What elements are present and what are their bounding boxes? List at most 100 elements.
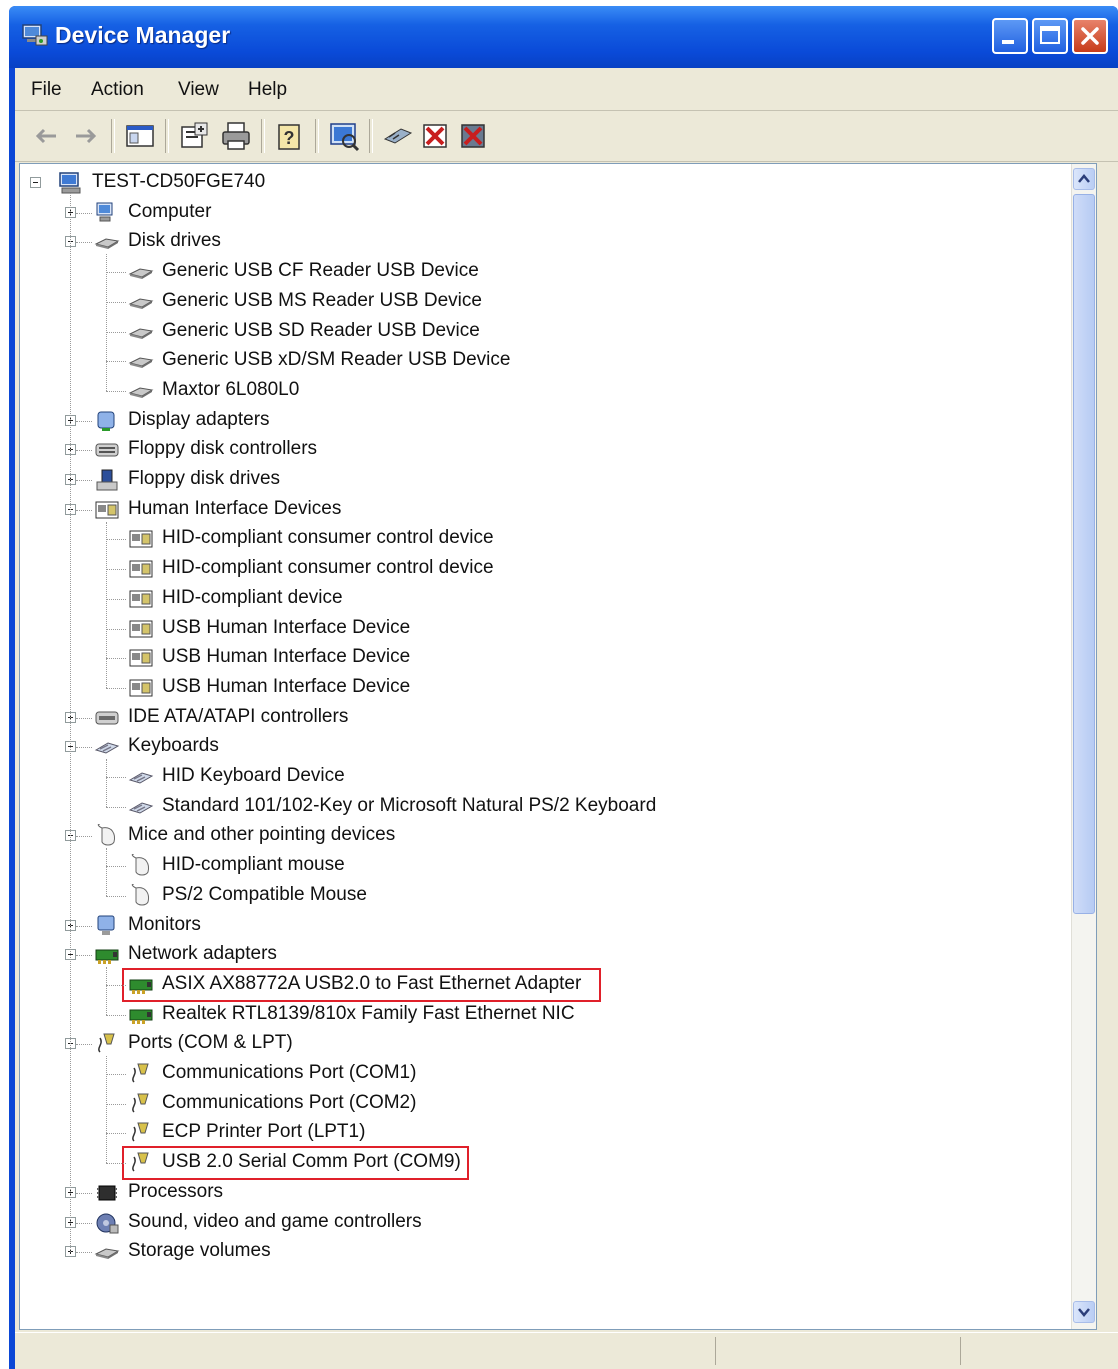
tree-item-label: Ports (COM & LPT): [128, 1032, 293, 1054]
network-adapter-icon: [94, 943, 120, 967]
uninstall-device-icon[interactable]: [457, 119, 491, 153]
tree-connector: [106, 539, 126, 541]
menu-file[interactable]: File: [31, 79, 62, 101]
tree-connector: [106, 301, 126, 303]
menu-action[interactable]: Action: [91, 79, 144, 101]
menu-help[interactable]: Help: [248, 79, 287, 101]
network-adapter-icon: [128, 1003, 154, 1027]
collapse-toggle[interactable]: [30, 177, 41, 188]
tree-category[interactable]: Human Interface Devices: [94, 495, 994, 525]
tree-category[interactable]: Monitors: [94, 911, 994, 941]
device-tree-view[interactable]: TEST-CD50FGE740 Computer Disk drives Generi…: [19, 163, 1097, 1330]
tree-category[interactable]: Network adapters: [94, 940, 994, 970]
tree-connector: [76, 1252, 92, 1254]
toolbar-separator: [315, 119, 319, 153]
vertical-scrollbar[interactable]: [1071, 164, 1096, 1329]
tree-connector: [106, 1103, 126, 1105]
tree-connector: [106, 361, 126, 363]
tree-item-label: HID-compliant consumer control device: [162, 557, 494, 579]
status-pane: [960, 1337, 961, 1365]
tree-item-label: Communications Port (COM1): [162, 1062, 417, 1083]
tree-category[interactable]: Display adapters: [94, 406, 994, 436]
console-tree-icon[interactable]: [123, 119, 157, 153]
scan-hardware-icon[interactable]: [327, 119, 361, 153]
storage-volume-icon: [94, 1240, 120, 1264]
tree-category[interactable]: Floppy disk controllers: [94, 435, 994, 465]
processor-icon: [94, 1181, 120, 1205]
scroll-down-button[interactable]: [1073, 1301, 1095, 1323]
toolbar-separator: [261, 119, 265, 153]
tree-connector: [76, 1044, 92, 1046]
tree-connector: [76, 242, 92, 244]
device-tree: TEST-CD50FGE740 Computer Disk drives Generi…: [20, 164, 1070, 1329]
tree-category[interactable]: Ports (COM & LPT): [94, 1029, 994, 1059]
scroll-up-button[interactable]: [1073, 168, 1095, 190]
update-driver-icon[interactable]: [381, 119, 415, 153]
properties-icon[interactable]: [177, 119, 211, 153]
tree-device[interactable]: Generic USB MS Reader USB Device: [128, 287, 1028, 317]
tree-connector: [106, 984, 126, 986]
keyboard-icon: [128, 795, 154, 819]
tree-device[interactable]: Generic USB SD Reader USB Device: [128, 317, 1028, 347]
tree-device[interactable]: Realtek RTL8139/810x Family Fast Etherne…: [128, 1000, 1028, 1030]
tree-device[interactable]: Standard 101/102-Key or Microsoft Natura…: [128, 792, 1028, 822]
tree-connector: [76, 717, 92, 719]
tree-connector: [76, 212, 92, 214]
tree-device[interactable]: HID-compliant device: [128, 584, 1028, 614]
disable-device-icon[interactable]: [419, 119, 453, 153]
tree-item-label: TEST-CD50FGE740: [92, 171, 266, 192]
tree-root[interactable]: TEST-CD50FGE740: [58, 168, 958, 198]
tree-category[interactable]: Storage volumes: [94, 1237, 994, 1267]
tree-device[interactable]: Communications Port (COM2): [128, 1089, 1028, 1119]
close-button[interactable]: [1072, 18, 1108, 54]
tree-item-label: Generic USB SD Reader USB Device: [162, 319, 480, 341]
tree-device[interactable]: HID-compliant consumer control device: [128, 524, 1028, 554]
tree-category[interactable]: IDE ATA/ATAPI controllers: [94, 703, 994, 733]
tree-connector: [106, 390, 126, 392]
tree-category[interactable]: Sound, video and game controllers: [94, 1208, 994, 1238]
tree-device[interactable]: HID Keyboard Device: [128, 762, 1028, 792]
print-icon[interactable]: [219, 119, 253, 153]
mouse-icon: [94, 823, 120, 848]
tree-device[interactable]: Communications Port (COM1): [128, 1059, 1028, 1089]
tree-device[interactable]: USB Human Interface Device: [128, 614, 1028, 644]
maximize-button[interactable]: [1032, 18, 1068, 54]
tree-connector: [106, 866, 126, 868]
monitor-icon: [94, 914, 120, 938]
tree-category[interactable]: Processors: [94, 1178, 994, 1208]
disk-drive-icon: [128, 290, 154, 314]
tree-connector: [106, 1014, 126, 1016]
minimize-button[interactable]: [992, 18, 1028, 54]
disk-drive-icon: [94, 230, 120, 254]
back-arrow-icon[interactable]: [29, 119, 63, 153]
tree-connector: [106, 895, 126, 897]
tree-device[interactable]: Maxtor 6L080L0: [128, 376, 1028, 406]
tree-category[interactable]: Disk drives: [94, 227, 994, 257]
tree-connector: [76, 925, 92, 927]
scroll-thumb[interactable]: [1073, 194, 1095, 914]
tree-connector: [106, 569, 126, 571]
tree-device[interactable]: PS/2 Compatible Mouse: [128, 881, 1028, 911]
tree-device[interactable]: ECP Printer Port (LPT1): [128, 1118, 1028, 1148]
tree-device[interactable]: USB Human Interface Device: [128, 643, 1028, 673]
title-bar[interactable]: Device Manager: [9, 6, 1118, 68]
tree-item-label: HID Keyboard Device: [162, 765, 345, 786]
keyboard-icon: [94, 735, 120, 759]
menu-view[interactable]: View: [178, 79, 219, 101]
tree-connector: [106, 598, 126, 600]
forward-arrow-icon[interactable]: [69, 119, 103, 153]
tree-connector: [106, 848, 107, 896]
tree-device[interactable]: USB Human Interface Device: [128, 673, 1028, 703]
tree-category[interactable]: Floppy disk drives: [94, 465, 994, 495]
disk-drive-icon: [128, 320, 154, 344]
tree-category[interactable]: Keyboards: [94, 732, 994, 762]
tree-category[interactable]: Mice and other pointing devices: [94, 821, 994, 851]
hid-icon: [128, 527, 154, 551]
tree-device[interactable]: Generic USB xD/SM Reader USB Device: [128, 346, 1028, 376]
help-icon[interactable]: ?: [273, 119, 307, 153]
computer-icon: [94, 201, 120, 225]
tree-device[interactable]: Generic USB CF Reader USB Device: [128, 257, 1028, 287]
tree-device[interactable]: HID-compliant mouse: [128, 851, 1028, 881]
tree-category[interactable]: Computer: [94, 198, 994, 228]
tree-device[interactable]: HID-compliant consumer control device: [128, 554, 1028, 584]
